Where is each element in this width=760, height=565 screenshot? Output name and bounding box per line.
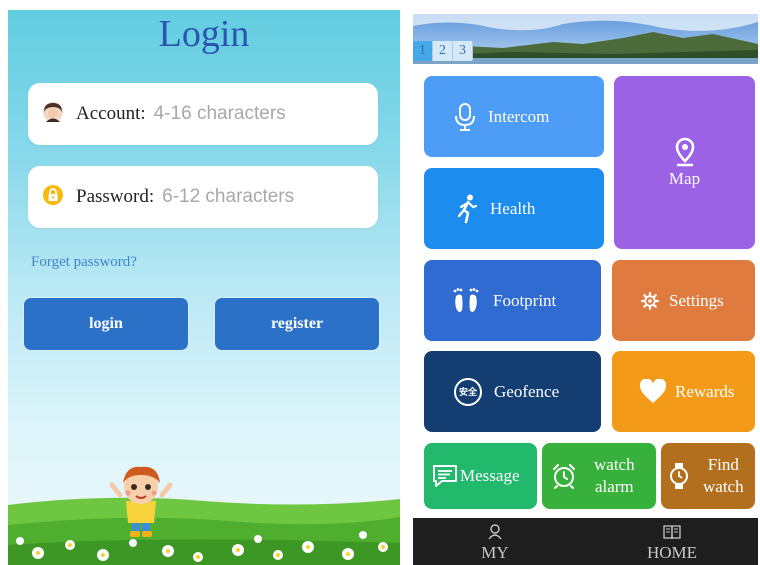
geofence-tile[interactable]: 安全 Geofence [424,351,601,432]
rewards-label: Rewards [675,381,735,401]
register-button[interactable]: register [215,298,379,350]
banner-page-1[interactable]: 1 [413,41,433,61]
page-title: Login [158,13,250,55]
footprint-label: Footprint [493,290,557,310]
watch-alarm-tile[interactable]: watch alarm [542,443,656,509]
intercom-tile[interactable]: Intercom [424,76,604,157]
nav-home[interactable]: HOME [612,518,732,565]
microphone-icon [454,102,476,131]
gear-icon [641,291,659,310]
lock-icon [42,184,64,211]
password-label: Password: [76,186,155,207]
password-field[interactable]: Password: [28,166,378,228]
find-watch-tile[interactable]: Find watch [661,443,755,509]
login-button[interactable]: login [24,298,188,350]
avatar-icon [42,101,64,128]
watch-alarm-label: watch alarm [594,455,635,496]
account-label: Account: [76,103,146,124]
find-watch-label: Find watch [703,455,744,496]
banner-pager: 1 2 3 [413,41,473,61]
nav-my[interactable]: MY [435,518,555,565]
alarm-clock-icon [552,463,576,489]
banner-page-3[interactable]: 3 [453,41,473,61]
health-tile[interactable]: Health [424,168,604,249]
nav-my-label: MY [481,543,509,562]
heart-icon [639,379,667,404]
running-person-icon [456,194,478,224]
account-input[interactable] [153,103,354,125]
health-label: Health [490,198,536,218]
message-tile[interactable]: Message [424,443,537,509]
meadow-illustration [8,466,400,565]
account-field[interactable]: Account: [28,83,378,145]
footprint-tile[interactable]: Footprint [424,260,601,341]
home-screen: 1 2 3 Intercom Map Health Footprint Sett… [413,14,758,565]
settings-label: Settings [669,290,724,310]
message-icon [432,464,458,488]
shield-badge-icon: 安全 [454,377,482,406]
nav-home-label: HOME [646,543,698,562]
forget-password-link[interactable]: Forget password? [31,254,137,271]
footprint-icon [451,286,481,316]
map-label: Map [668,168,701,188]
banner-carousel[interactable]: 1 2 3 [413,14,758,64]
banner-page-2[interactable]: 2 [433,41,453,61]
map-tile[interactable]: Map [614,76,755,249]
rewards-tile[interactable]: Rewards [612,351,755,432]
watch-icon [669,462,689,490]
geofence-label: Geofence [494,381,560,401]
bottom-navigation: MY HOME [413,518,758,565]
settings-tile[interactable]: Settings [612,260,755,341]
message-label: Message [460,466,520,485]
password-input[interactable] [162,186,363,208]
login-screen: Login Account: Password: Forget password… [8,10,400,565]
intercom-label: Intercom [488,106,550,126]
map-pin-icon [674,137,696,167]
